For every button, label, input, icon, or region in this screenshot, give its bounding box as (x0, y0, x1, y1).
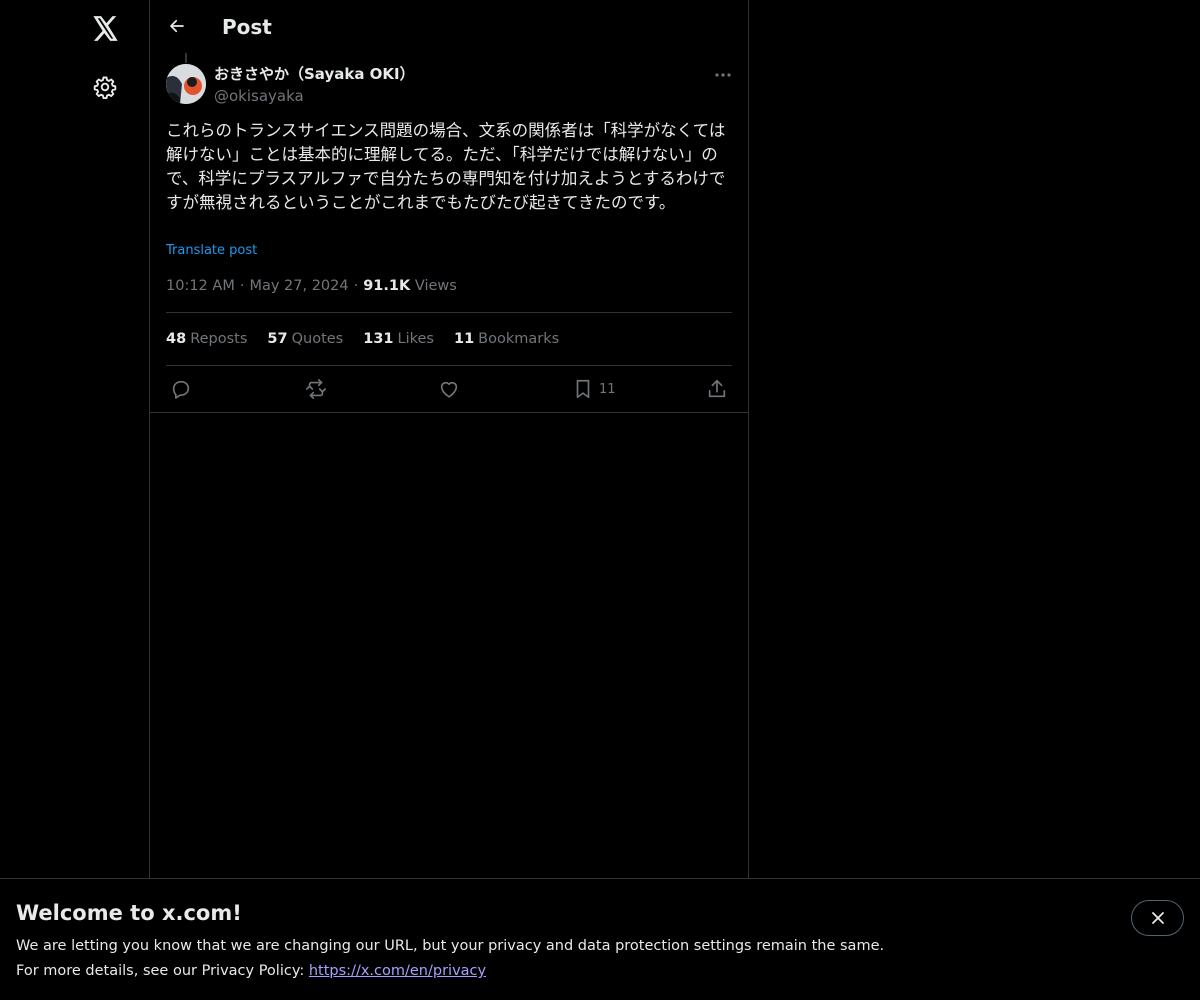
back-button[interactable] (162, 11, 192, 41)
thread-connector (185, 53, 187, 63)
banner-privacy-prefix: For more details, see our Privacy Policy… (16, 963, 309, 979)
stat-label: Quotes (291, 331, 344, 347)
translate-post-link[interactable]: Translate post (166, 242, 257, 260)
repost-icon (306, 379, 326, 399)
post-time[interactable]: 10:12 AM (166, 278, 235, 294)
close-banner-button[interactable] (1131, 900, 1184, 936)
bookmark-icon (576, 379, 590, 399)
share-icon (708, 379, 726, 398)
banner-privacy-line: For more details, see our Privacy Policy… (16, 961, 486, 981)
left-nav (0, 0, 149, 1000)
post-date[interactable]: May 27, 2024 (249, 278, 348, 294)
more-options-button[interactable] (710, 64, 736, 86)
page-title: Post (222, 15, 272, 39)
stat-label: Bookmarks (478, 331, 560, 347)
banner-text: We are letting you know that we are chan… (16, 938, 885, 954)
reply-button[interactable] (170, 378, 192, 400)
action-bar: 11 (150, 366, 748, 413)
bookmark-button[interactable]: 11 (573, 378, 616, 400)
gear-icon[interactable] (89, 71, 121, 103)
stat-bookmarks[interactable]: 11 Bookmarks (454, 329, 559, 349)
views-count: 91.1K (363, 278, 411, 294)
top-bar: Post (150, 0, 748, 53)
reply-icon (172, 380, 190, 399)
url-change-banner: Welcome to x.com! We are letting you kno… (0, 878, 1200, 1000)
x-logo-icon[interactable] (89, 12, 121, 44)
meta-separator: · (239, 278, 245, 294)
divider (166, 312, 732, 313)
views-label: Views (414, 278, 457, 294)
avatar[interactable] (166, 64, 206, 104)
stat-quotes[interactable]: 57 Quotes (267, 329, 343, 349)
share-button[interactable] (706, 378, 728, 400)
stat-count: 131 (363, 331, 394, 347)
stat-reposts[interactable]: 48 Reposts (166, 329, 247, 349)
banner-title: Welcome to x.com! (16, 901, 242, 925)
stat-label: Likes (397, 331, 434, 347)
like-button[interactable] (438, 378, 460, 400)
stat-label: Reposts (190, 331, 248, 347)
heart-icon (440, 381, 458, 398)
stat-count: 48 (166, 331, 187, 347)
stat-count: 57 (267, 331, 288, 347)
repost-button[interactable] (304, 378, 328, 400)
post-text: これらのトランスサイエンス問題の場合、文系の関係者は「科学がなくては解けない」こ… (166, 121, 726, 212)
main-column: Post おきさやか（Sayaka OKI） @okisayaka これらのトラ… (149, 0, 749, 1000)
author-handle[interactable]: @okisayaka (214, 86, 304, 106)
close-icon (1151, 912, 1164, 924)
post-meta: 10:12 AM · May 27, 2024 · 91.1K Views (166, 276, 457, 296)
stat-likes[interactable]: 131 Likes (363, 329, 434, 349)
author-name[interactable]: おきさやか（Sayaka OKI） (214, 64, 415, 84)
more-dots-icon (715, 73, 731, 77)
bookmark-count: 11 (599, 381, 616, 397)
meta-separator: · (353, 278, 359, 294)
arrow-left-icon (170, 19, 184, 33)
privacy-policy-link[interactable]: https://x.com/en/privacy (309, 963, 486, 979)
stat-count: 11 (453, 331, 475, 347)
engagement-stats: 48 Reposts 57 Quotes 131 Likes 11 Bookmarks (166, 329, 579, 349)
